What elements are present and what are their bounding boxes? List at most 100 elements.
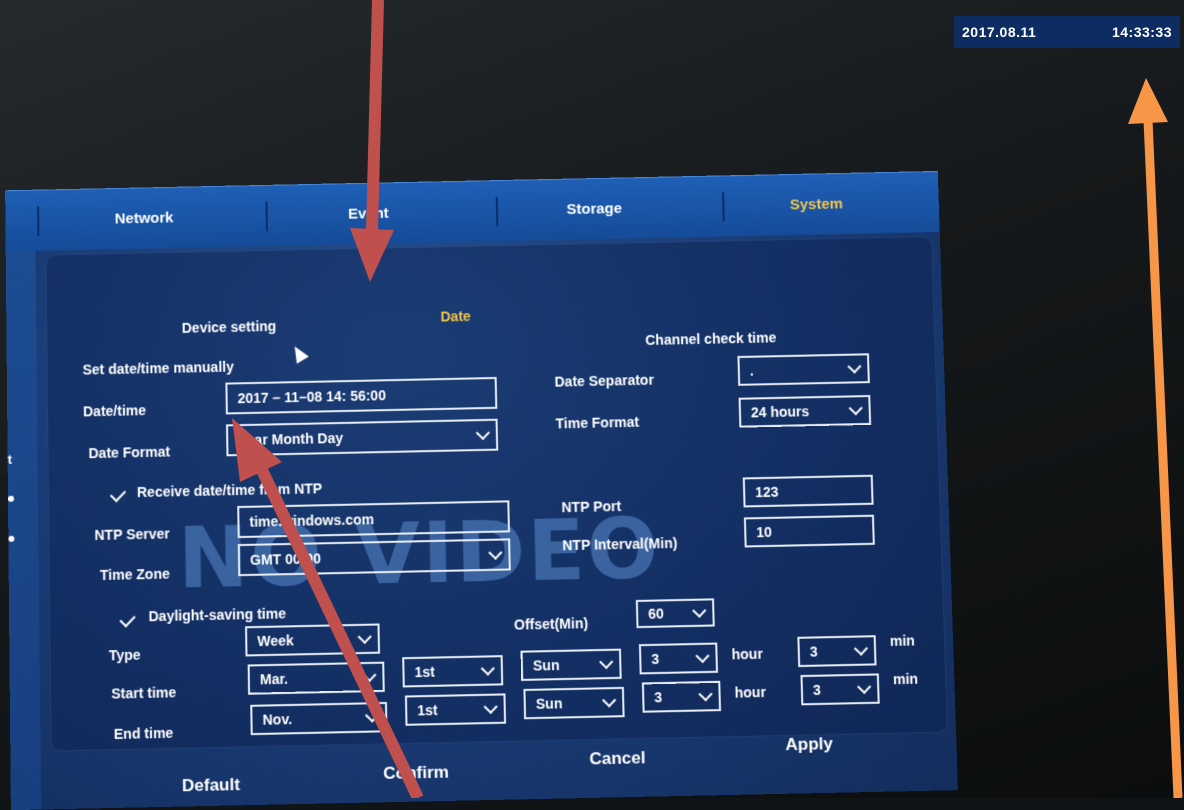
monitor-screen: 2017.08.11 14:33:33 Network Event Storag… <box>0 0 1184 798</box>
ntp-checkmark-icon[interactable] <box>110 486 126 502</box>
dst-end-day-value: Sun <box>536 695 563 712</box>
dst-end-hour-unit: hour <box>734 684 766 701</box>
dst-start-week-value: 1st <box>414 664 435 681</box>
date-separator-select[interactable]: . <box>737 353 869 386</box>
dst-end-min-unit: min <box>893 671 919 688</box>
dst-start-week-select[interactable]: 1st <box>402 655 503 687</box>
chevron-down-icon <box>857 680 871 694</box>
dst-start-min-select[interactable]: 3 <box>797 635 876 667</box>
dst-type-value: Week <box>257 632 294 649</box>
osd-date: 2017.08.11 <box>962 24 1036 40</box>
chevron-down-icon <box>695 649 709 663</box>
dst-start-min-value: 3 <box>810 643 818 659</box>
dst-end-min-select[interactable]: 3 <box>800 673 879 705</box>
dvr-settings-window: Network Event Storage System t Device se… <box>5 171 958 810</box>
dst-enable-label[interactable]: Daylight-saving time <box>148 605 286 624</box>
ntp-port-label: NTP Port <box>561 498 621 515</box>
chevron-down-icon <box>692 604 706 618</box>
side-menu-partial-label: t <box>8 452 12 467</box>
channel-check-time-tab[interactable]: Channel check time <box>645 329 776 348</box>
time-format-value: 24 hours <box>751 403 810 420</box>
default-button[interactable]: Default <box>182 775 240 797</box>
osd-clock: 2017.08.11 14:33:33 <box>954 16 1180 48</box>
ntp-enable-label[interactable]: Receive date/time from NTP <box>137 480 322 500</box>
date-format-value: Year Month Day <box>238 430 343 448</box>
dst-checkmark-icon[interactable] <box>119 611 135 627</box>
tab-separator <box>722 192 725 222</box>
dst-end-month-value: Nov. <box>262 711 292 728</box>
osd-time: 14:33:33 <box>1112 24 1172 40</box>
dst-offset-label: Offset(Min) <box>514 615 588 633</box>
dst-start-label: Start time <box>111 684 176 702</box>
mouse-cursor-icon <box>289 343 309 364</box>
time-zone-label: Time Zone <box>100 566 170 584</box>
date-format-label: Date Format <box>88 444 170 462</box>
dst-end-hour-value: 3 <box>654 689 662 705</box>
time-zone-select[interactable]: GMT 00:00 <box>238 538 511 576</box>
chevron-down-icon <box>698 687 712 701</box>
side-menu-dot <box>8 536 14 542</box>
dst-end-label: End time <box>114 725 174 742</box>
ntp-server-value: time.windows.com <box>249 511 374 530</box>
ntp-interval-label: NTP Interval(Min) <box>562 535 677 553</box>
dst-start-hour-unit: hour <box>731 646 763 663</box>
dst-end-min-value: 3 <box>813 682 821 698</box>
tab-separator <box>496 197 499 227</box>
datetime-value: 2017 – 11–08 14: 56:00 <box>237 387 386 406</box>
side-menu-dot <box>8 496 14 502</box>
dst-start-min-unit: min <box>890 632 915 649</box>
tab-event[interactable]: Event <box>348 205 389 223</box>
apply-button[interactable]: Apply <box>785 734 833 755</box>
chevron-down-icon <box>849 401 863 415</box>
time-format-select[interactable]: 24 hours <box>739 395 872 428</box>
dst-start-day-value: Sun <box>533 657 560 674</box>
dst-start-hour-select[interactable]: 3 <box>639 643 718 675</box>
chevron-down-icon <box>358 630 372 644</box>
dst-start-day-select[interactable]: Sun <box>521 649 622 681</box>
tab-separator <box>37 206 39 236</box>
chevron-down-icon <box>476 426 490 440</box>
dst-start-month-value: Mar. <box>260 671 288 688</box>
chevron-down-icon <box>484 700 498 714</box>
chevron-down-icon <box>488 546 502 560</box>
dst-offset-select[interactable]: 60 <box>636 598 715 628</box>
chevron-down-icon <box>599 655 613 669</box>
ntp-port-value: 123 <box>755 484 779 500</box>
chevron-down-icon <box>602 693 616 707</box>
tab-storage[interactable]: Storage <box>566 200 622 218</box>
device-setting-tab[interactable]: Device setting <box>182 318 277 336</box>
dst-type-select[interactable]: Week <box>245 623 380 656</box>
tab-network[interactable]: Network <box>115 209 174 227</box>
settings-panel: Device setting Date Channel check time S… <box>36 232 958 809</box>
orange-arrow-up-icon <box>1128 78 1178 798</box>
cancel-button[interactable]: Cancel <box>589 748 646 769</box>
ntp-interval-field[interactable]: 10 <box>744 515 875 548</box>
tab-separator <box>265 202 267 232</box>
settings-inner-area: Device setting Date Channel check time S… <box>46 236 949 751</box>
time-zone-value: GMT 00:00 <box>250 550 321 568</box>
dst-end-month-select[interactable]: Nov. <box>250 702 387 735</box>
dst-end-week-value: 1st <box>417 702 438 719</box>
datetime-label: Date/time <box>83 402 146 419</box>
ntp-server-label: NTP Server <box>94 525 170 543</box>
date-format-select[interactable]: Year Month Day <box>226 419 498 457</box>
chevron-down-icon <box>481 661 495 675</box>
dst-end-week-select[interactable]: 1st <box>405 693 506 725</box>
time-format-label: Time Format <box>555 414 639 432</box>
date-separator-value: . <box>750 363 754 379</box>
dst-type-label: Type <box>109 647 141 664</box>
dst-offset-value: 60 <box>648 605 664 621</box>
confirm-button[interactable]: Confirm <box>383 762 449 784</box>
ntp-interval-value: 10 <box>756 524 772 540</box>
date-tab[interactable]: Date <box>440 308 471 324</box>
tab-system[interactable]: System <box>790 196 843 214</box>
datetime-field[interactable]: 2017 – 11–08 14: 56:00 <box>225 377 497 414</box>
chevron-down-icon <box>854 641 868 655</box>
dst-end-hour-select[interactable]: 3 <box>642 681 721 713</box>
dst-start-month-select[interactable]: Mar. <box>248 662 385 695</box>
dst-end-day-select[interactable]: Sun <box>523 687 624 719</box>
manual-datetime-title: Set date/time manually <box>83 359 234 378</box>
chevron-down-icon <box>847 359 861 373</box>
ntp-server-field[interactable]: time.windows.com <box>237 500 510 538</box>
ntp-port-field[interactable]: 123 <box>743 475 874 508</box>
